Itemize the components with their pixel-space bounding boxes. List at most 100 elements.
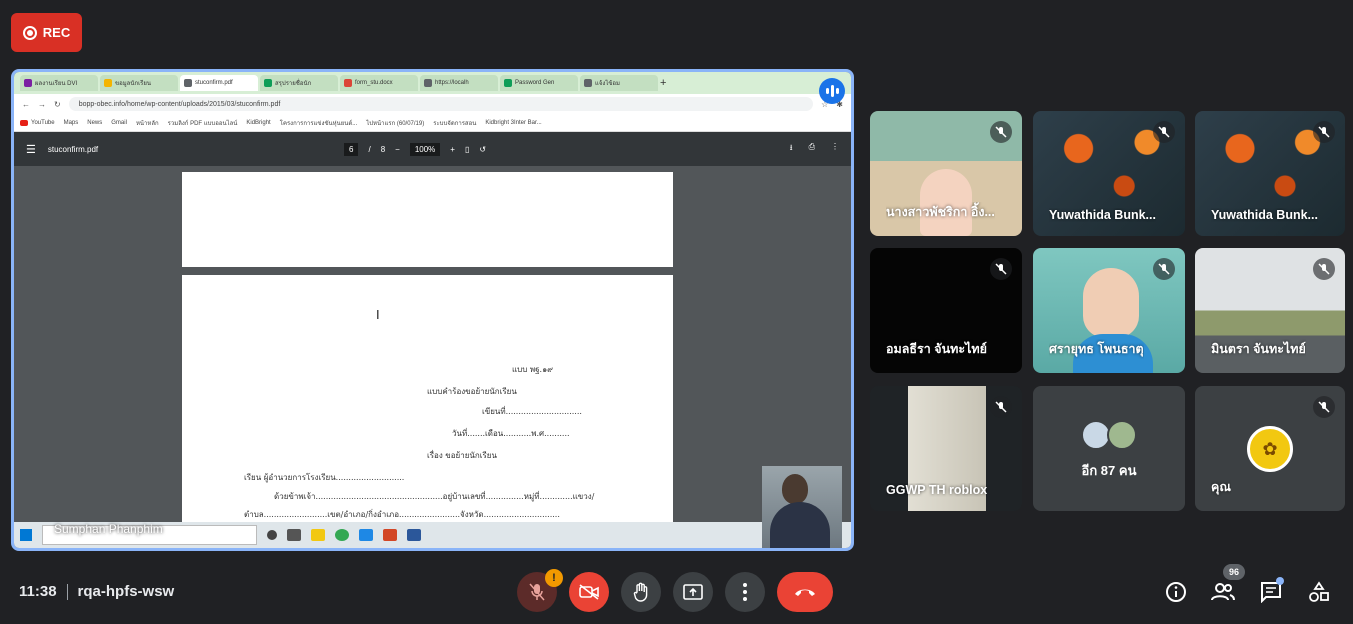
favicon-icon [424, 79, 432, 87]
app-icon[interactable] [359, 529, 373, 541]
mic-off-icon [529, 583, 545, 601]
browser-tab-active[interactable]: stuconfirm.pdf [180, 75, 258, 91]
pdf-toolbar: ☰ stuconfirm.pdf 6 / 8 − 100% + ▯ ↺ ⭳ ⎙ … [14, 132, 851, 166]
bookmark[interactable]: ไปหน้าแรก (60/07/19) [366, 118, 424, 128]
rotate-icon[interactable]: ↺ [479, 145, 486, 154]
bookmark[interactable]: Gmail [111, 120, 127, 126]
windows-start-icon[interactable] [20, 529, 32, 541]
more-options-button[interactable] [725, 572, 765, 612]
leave-call-button[interactable] [777, 572, 833, 612]
chrome-icon[interactable] [335, 529, 349, 541]
pdf-text-line: เรื่อง ขอย้ายนักเรียน [427, 451, 497, 460]
powerpoint-icon[interactable] [383, 529, 397, 541]
participant-tile[interactable]: Yuwathida Bunk... [1195, 111, 1345, 236]
browser-tab[interactable]: สรุปรายชื่อนัก [260, 75, 338, 91]
divider [66, 583, 68, 600]
participant-tile[interactable]: Yuwathida Bunk... [1033, 111, 1185, 236]
bookmark[interactable]: Kidbright 3Inter Bar... [485, 120, 541, 126]
task-view-icon[interactable] [267, 530, 277, 540]
file-explorer-icon[interactable] [311, 529, 325, 541]
pdf-text-line: เรียน ผู้อำนวยการโรงเรียน...............… [244, 473, 405, 482]
more-participants-label: อีก 87 คน [1081, 463, 1137, 478]
participant-name: Yuwathida Bunk... [1049, 208, 1156, 222]
pdf-filename: stuconfirm.pdf [47, 144, 99, 154]
word-icon[interactable] [407, 529, 421, 541]
forward-icon[interactable]: → [38, 100, 46, 109]
phone-hangup-icon [795, 589, 815, 596]
menu-icon[interactable]: ☰ [26, 143, 36, 156]
self-tile[interactable]: ✿ คุณ [1195, 386, 1345, 511]
meeting-details-button[interactable] [1162, 578, 1190, 606]
favicon-icon [24, 79, 32, 87]
pdf-text-line: ตำบล.........................เขต/อำเภอ/ก… [244, 510, 560, 519]
browser-tab[interactable]: ขอมูลนักเรียน [100, 75, 178, 91]
text-cursor-icon: I [376, 307, 380, 322]
people-icon [1211, 583, 1235, 601]
rec-label: REC [42, 25, 71, 40]
browser-addressbar: ← → ↻ bopp-obec.info/home/wp-content/upl… [14, 94, 851, 114]
bookmark[interactable]: หน้าหลัก [136, 118, 159, 128]
print-icon[interactable]: ⎙ [809, 142, 815, 156]
bookmark[interactable]: KidBright [246, 120, 270, 126]
reload-icon[interactable]: ↻ [54, 100, 61, 109]
zoom-out-icon[interactable]: − [395, 145, 400, 154]
widgets-icon[interactable] [287, 529, 301, 541]
recording-indicator: REC [11, 13, 82, 52]
browser-tab[interactable]: ผลงานเรียน DVI [20, 75, 98, 91]
bookmark[interactable]: ระบบจัดการสอน [433, 118, 476, 128]
mic-off-icon [1313, 121, 1335, 143]
new-tab-icon[interactable]: + [660, 77, 666, 89]
meeting-info: 11:38 rqa-hpfs-wsw [19, 583, 174, 600]
camera-off-icon [579, 584, 599, 600]
presentation-stage[interactable]: ผลงานเรียน DVI ขอมูลนักเรียน stuconfirm.… [11, 69, 854, 551]
camera-toggle-button[interactable] [569, 572, 609, 612]
mic-off-icon [990, 121, 1012, 143]
fit-page-icon[interactable]: ▯ [465, 145, 469, 154]
mic-off-icon [1153, 121, 1175, 143]
bookmark[interactable]: โครงการการแข่งขันหุ่นยนต์... [280, 118, 358, 128]
participant-name: GGWP TH roblox [886, 483, 988, 497]
url-field[interactable]: bopp-obec.info/home/wp-content/uploads/2… [68, 97, 814, 111]
participant-tile[interactable]: นางสาวพัชริกา อิ้ง... [870, 111, 1022, 236]
participant-name: อมลธีรา จันทะไทย์ [886, 342, 987, 356]
download-icon[interactable]: ⭳ [790, 142, 793, 156]
participant-tile[interactable]: ศรายุทธ โพนธาตุ [1033, 248, 1185, 373]
zoom-in-icon[interactable]: + [450, 145, 455, 154]
present-screen-button[interactable] [673, 572, 713, 612]
mic-warning-badge[interactable]: ! [545, 569, 563, 587]
participant-tile[interactable]: GGWP TH roblox [870, 386, 1022, 511]
favicon-icon [504, 79, 512, 87]
people-button[interactable] [1209, 578, 1237, 606]
favicon-icon [184, 79, 192, 87]
raise-hand-button[interactable] [621, 572, 661, 612]
mic-off-icon [990, 258, 1012, 280]
hand-icon [633, 582, 648, 602]
browser-tab[interactable]: form_stu.docx [340, 75, 418, 91]
zoom-level[interactable]: 100% [409, 142, 441, 156]
bookmarks-bar: YouTube Maps News Gmail หน้าหลัก รวมลิงก… [14, 114, 851, 132]
participant-video [1083, 268, 1139, 338]
bookmark[interactable]: รวมลิงก์ PDF แบบออนไลน์ [168, 118, 238, 128]
speaking-indicator-icon [819, 78, 845, 104]
page-number-input[interactable]: 6 [344, 142, 359, 156]
record-icon [22, 25, 37, 40]
page-separator: / [368, 144, 371, 154]
browser-tab[interactable]: https://localh [420, 75, 498, 91]
more-icon[interactable]: ⋮ [831, 142, 839, 156]
pdf-text-line: แบบ พฐ.๑๙ [512, 365, 554, 374]
back-icon[interactable]: ← [22, 100, 30, 109]
presenter-name: Sumphan Phanphim [54, 522, 163, 536]
participant-name: ศรายุทธ โพนธาตุ [1049, 342, 1144, 356]
browser-tabbar: ผลงานเรียน DVI ขอมูลนักเรียน stuconfirm.… [14, 72, 851, 94]
bookmark[interactable]: News [87, 120, 102, 126]
more-participants-tile[interactable]: อีก 87 คน [1033, 386, 1185, 511]
browser-tab[interactable]: Password Gen [500, 75, 578, 91]
participant-tile[interactable]: มินตรา จันทะไทย์ [1195, 248, 1345, 373]
browser-tab[interactable]: แจ้งไข้อม [580, 75, 658, 91]
bookmark[interactable]: YouTube [20, 119, 55, 126]
activities-icon [1309, 581, 1329, 602]
participant-tile[interactable]: อมลธีรา จันทะไทย์ [870, 248, 1022, 373]
activities-button[interactable] [1305, 578, 1333, 606]
bookmark[interactable]: Maps [64, 120, 79, 126]
avatar [1107, 420, 1137, 450]
